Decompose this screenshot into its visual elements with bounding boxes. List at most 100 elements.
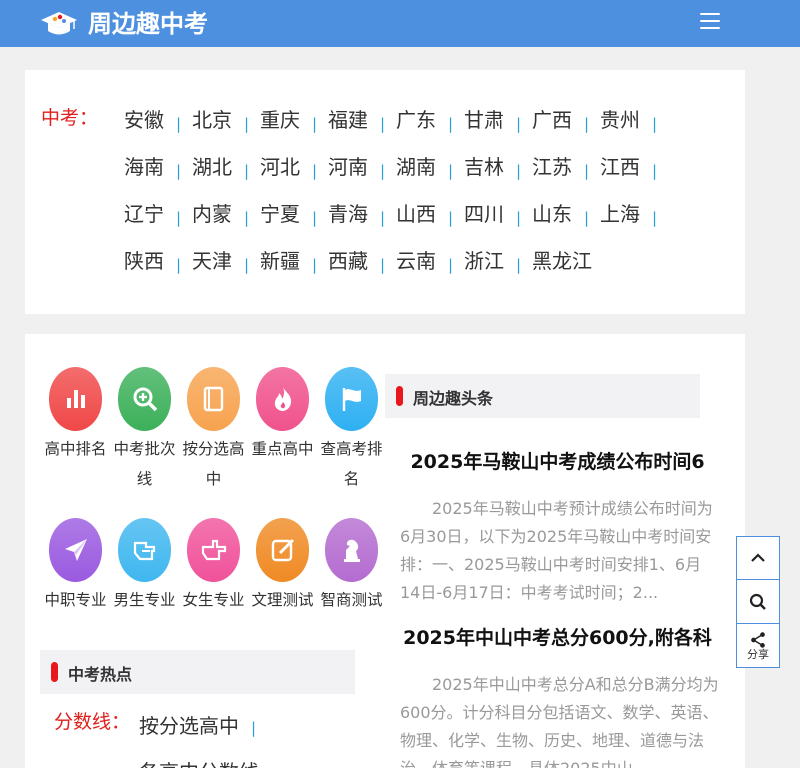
hot-link-school-scores[interactable]: 各高中分数线 [139, 756, 259, 768]
separator: | [176, 256, 182, 274]
province-link[interactable]: 四川 | [464, 200, 532, 247]
hot-link-select-school[interactable]: 按分选高中 | [139, 710, 256, 739]
tool-label: 中考批次线 [113, 440, 176, 488]
separator: | [380, 256, 386, 274]
province-link[interactable]: 北京 | [192, 106, 260, 153]
province-link[interactable]: 甘肃 | [464, 106, 532, 153]
province-name: 江西 [600, 155, 640, 179]
province-name: 广东 [396, 108, 436, 132]
province-link[interactable]: 青海 | [328, 200, 396, 247]
separator: | [244, 256, 250, 274]
province-name: 重庆 [260, 108, 300, 132]
province-link[interactable]: 宁夏 | [260, 200, 328, 247]
province-link[interactable]: 上海 | [600, 200, 668, 247]
province-link[interactable]: 湖南 | [396, 153, 464, 200]
chess-knight-icon [325, 518, 378, 582]
hamburger-menu-icon[interactable] [700, 13, 720, 33]
search-icon [749, 593, 766, 610]
tool-grid: 高中排名 中考批次线 按分选高中 重点高中 查高考排名 中职专业 男生专业 女生专业 文理测试… [41, 367, 386, 639]
province-label: 中考： [41, 107, 99, 129]
brand-title[interactable]: 周边趣中考 [88, 8, 208, 40]
province-link[interactable]: 西藏 | [328, 247, 396, 294]
tool-row: 高中排名 中考批次线 按分选高中 重点高中 查高考排名 [41, 367, 386, 494]
province-link[interactable]: 河南 | [328, 153, 396, 200]
province-link[interactable]: 陕西 | [124, 247, 192, 294]
tool-item[interactable]: 中考批次线 [110, 367, 179, 494]
province-link[interactable]: 福建 | [328, 106, 396, 153]
province-name: 山西 [396, 202, 436, 226]
province-row: 海南 | 湖北 | 河北 | 河南 | 湖南 | 吉林 | 江苏 | 江西 | [124, 153, 704, 200]
tool-label: 男生专业 [113, 591, 176, 609]
province-link[interactable]: 云南 | [396, 247, 464, 294]
province-name: 陕西 [124, 249, 164, 273]
chevron-up-icon [751, 553, 765, 562]
province-link[interactable]: 江西 | [600, 153, 668, 200]
tool-label: 查高考排名 [320, 440, 383, 488]
tool-item[interactable]: 查高考排名 [317, 367, 386, 494]
separator: | [516, 115, 522, 133]
tool-item[interactable]: 智商测试 [317, 518, 386, 615]
province-link[interactable]: 安徽 | [124, 106, 192, 153]
news-article-body: 2025年马鞍山中考预计成绩公布时间为6月30日，以下为2025年马鞍山中考时间… [400, 499, 713, 602]
separator: | [448, 162, 454, 180]
province-name: 海南 [124, 155, 164, 179]
province-name: 安徽 [124, 108, 164, 132]
tool-label: 女生专业 [182, 591, 245, 609]
search-button[interactable] [736, 580, 780, 624]
tool-item[interactable]: 女生专业 [179, 518, 248, 615]
province-name: 辽宁 [124, 202, 164, 226]
province-link[interactable]: 山东 | [532, 200, 600, 247]
section-marker [51, 662, 58, 682]
province-link[interactable]: 广东 | [396, 106, 464, 153]
province-link[interactable]: 吉林 | [464, 153, 532, 200]
share-button[interactable]: 分享 [736, 624, 780, 668]
separator: | [584, 115, 590, 133]
province-name: 新疆 [260, 249, 300, 273]
hot-section-header: 中考热点 [40, 650, 355, 694]
hand-point-right-icon [187, 518, 240, 582]
province-link[interactable]: 河北 | [260, 153, 328, 200]
hot-link-label: 按分选高中 [139, 714, 239, 738]
province-name: 湖北 [192, 155, 232, 179]
news-article[interactable]: 2025年中山中考总分600分,附各科 2025年中山中考总分A和总分B满分均为… [400, 623, 720, 768]
tool-row: 中职专业 男生专业 女生专业 文理测试 智商测试 [41, 518, 386, 615]
tool-item[interactable]: 文理测试 [248, 518, 317, 615]
province-link[interactable]: 新疆 | [260, 247, 328, 294]
magnifier-plus-icon [118, 367, 171, 431]
tool-item[interactable]: 按分选高中 [179, 367, 248, 494]
province-link[interactable]: 黑龙江 [532, 247, 600, 294]
news-section-title: 周边趣头条 [413, 389, 494, 408]
province-link[interactable]: 山西 | [396, 200, 464, 247]
document-icon [187, 367, 240, 431]
province-link[interactable]: 重庆 | [260, 106, 328, 153]
edit-icon [256, 518, 309, 582]
separator: | [516, 209, 522, 227]
province-name: 青海 [328, 202, 368, 226]
tool-item[interactable]: 高中排名 [41, 367, 110, 494]
back-to-top-button[interactable] [736, 536, 780, 580]
tool-item[interactable]: 男生专业 [110, 518, 179, 615]
province-name: 云南 [396, 249, 436, 273]
bar-chart-icon [49, 367, 102, 431]
province-link[interactable]: 广西 | [532, 106, 600, 153]
province-name: 山东 [532, 202, 572, 226]
province-link[interactable]: 江苏 | [532, 153, 600, 200]
province-link[interactable]: 湖北 | [192, 153, 260, 200]
province-link[interactable]: 内蒙 | [192, 200, 260, 247]
province-link[interactable]: 贵州 | [600, 106, 668, 153]
graduation-cap-icon[interactable] [40, 10, 78, 38]
news-article[interactable]: 2025年马鞍山中考成绩公布时间6 2025年马鞍山中考预计成绩公布时间为6月3… [400, 447, 720, 607]
province-link[interactable]: 辽宁 | [124, 200, 192, 247]
news-article-title[interactable]: 2025年中山中考总分600分,附各科 [400, 623, 715, 650]
separator: | [312, 162, 318, 180]
province-link[interactable]: 海南 | [124, 153, 192, 200]
paper-plane-icon [49, 518, 102, 582]
separator: | [244, 209, 250, 227]
tool-item[interactable]: 重点高中 [248, 367, 317, 494]
tool-item[interactable]: 中职专业 [41, 518, 110, 615]
province-link[interactable]: 浙江 | [464, 247, 532, 294]
news-article-title[interactable]: 2025年马鞍山中考成绩公布时间6 [400, 447, 715, 474]
province-link[interactable]: 天津 | [192, 247, 260, 294]
separator: | [448, 115, 454, 133]
tool-label: 文理测试 [251, 591, 314, 609]
